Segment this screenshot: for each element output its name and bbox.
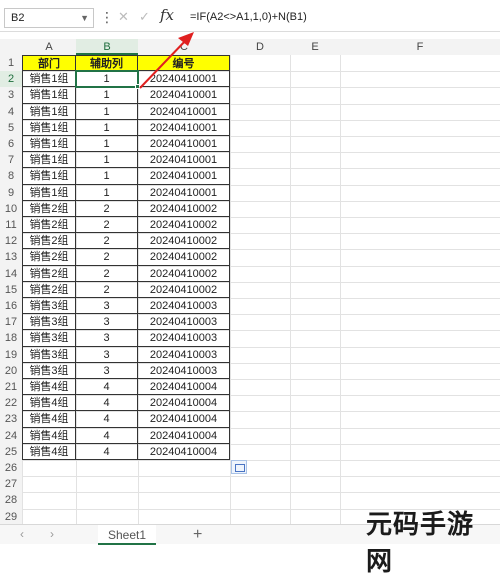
tab-scroll-left-icon[interactable]: ‹ bbox=[20, 527, 24, 541]
tab-sheet1[interactable]: Sheet1 bbox=[98, 525, 156, 545]
tab-scroll-right-icon[interactable]: › bbox=[50, 527, 54, 541]
annotation-arrow bbox=[139, 32, 194, 89]
quick-analysis-icon[interactable] bbox=[231, 460, 247, 474]
add-sheet-button[interactable]: + bbox=[193, 525, 202, 545]
watermark: 元码手游网 bbox=[366, 510, 475, 577]
